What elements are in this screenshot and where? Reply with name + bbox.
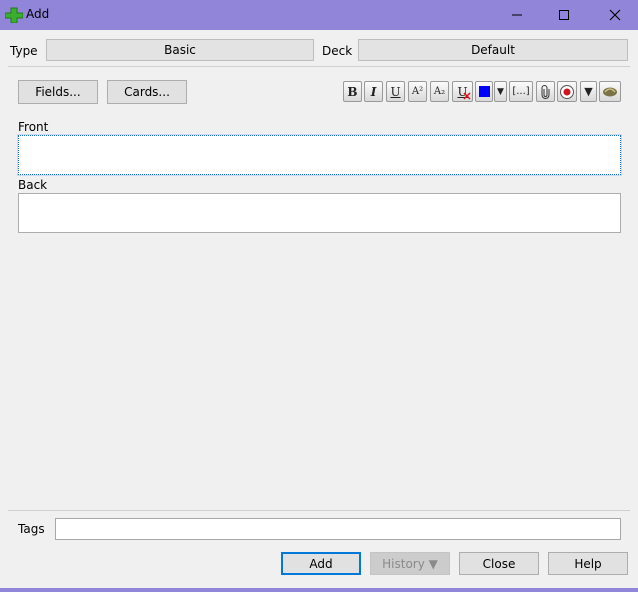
text-color-button[interactable] — [475, 81, 493, 102]
type-label: Type — [10, 44, 38, 58]
underline-button[interactable]: U — [386, 81, 405, 102]
cloze-button[interactable]: [...] — [509, 81, 533, 102]
field-label-back: Back — [18, 178, 48, 192]
add-plus-icon — [5, 7, 23, 23]
italic-label: I — [370, 84, 377, 99]
clear-format-button[interactable]: U — [452, 81, 473, 102]
title-bar: Add — [0, 0, 638, 30]
color-menu-button[interactable]: ▼ — [494, 81, 507, 102]
close-button[interactable]: Close — [459, 552, 539, 575]
superscript-button[interactable]: A² — [408, 81, 427, 102]
maximize-button[interactable] — [541, 0, 587, 30]
cloze-label: [...] — [512, 86, 530, 97]
deck-label: Deck — [322, 44, 353, 58]
back-field-input[interactable] — [18, 193, 621, 233]
italic-button[interactable]: I — [364, 81, 383, 102]
cards-button[interactable]: Cards... — [107, 80, 187, 104]
superscript-label: A² — [411, 86, 424, 97]
chevron-down-icon: ▼ — [584, 85, 593, 98]
record-audio-button[interactable] — [557, 81, 577, 102]
bold-label: B — [347, 84, 358, 99]
close-icon — [609, 9, 621, 21]
deck-selector[interactable]: Default — [358, 39, 628, 61]
subscript-label: A₂ — [433, 86, 446, 97]
maximize-icon — [559, 10, 569, 20]
note-type-selector[interactable]: Basic — [46, 39, 314, 61]
tags-label: Tags — [18, 522, 45, 536]
eraser-x-icon — [463, 92, 471, 100]
subscript-button[interactable]: A₂ — [430, 81, 449, 102]
front-field-input[interactable] — [17, 134, 622, 176]
tags-input[interactable] — [55, 518, 621, 540]
latex-button[interactable] — [599, 81, 621, 102]
fields-button[interactable]: Fields... — [18, 80, 98, 104]
minimize-icon — [512, 14, 522, 16]
latex-icon — [603, 87, 617, 96]
underline-label: U — [390, 84, 401, 99]
chevron-down-icon: ▼ — [497, 86, 504, 97]
minimize-button[interactable] — [494, 0, 540, 30]
close-window-button[interactable] — [592, 0, 638, 30]
help-button[interactable]: Help — [548, 552, 628, 575]
divider — [8, 510, 630, 511]
window-border — [0, 588, 638, 592]
bold-button[interactable]: B — [343, 81, 362, 102]
color-swatch-icon — [478, 86, 490, 97]
paperclip-icon — [541, 84, 550, 99]
attach-media-button[interactable] — [536, 81, 555, 102]
window-title: Add — [26, 7, 50, 21]
history-button[interactable]: History ▼ — [370, 552, 450, 575]
divider — [8, 66, 630, 67]
record-icon — [560, 84, 574, 99]
field-label-front: Front — [18, 120, 49, 134]
more-options-button[interactable]: ▼ — [580, 81, 597, 102]
add-button[interactable]: Add — [281, 552, 361, 575]
